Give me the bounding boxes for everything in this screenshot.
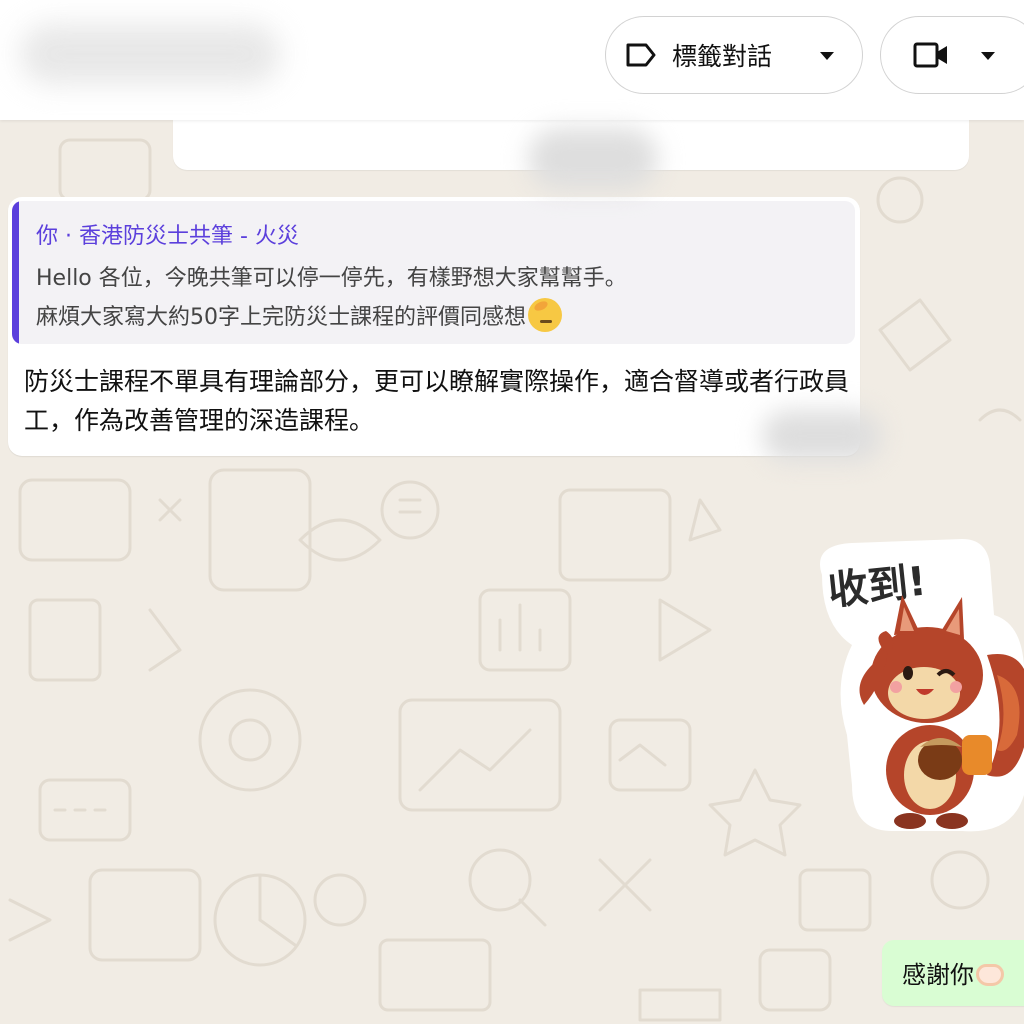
quoted-message-line: Hello 各位，今晚共筆可以停一停先，有樣野想大家幫幫手。 xyxy=(36,266,627,291)
outgoing-message-bubble[interactable]: 感謝你 xyxy=(882,940,1024,1006)
quoted-message-text: 麻煩大家寫大約50字上完防災士課程的評價同感想 xyxy=(36,305,526,330)
caret-down-icon xyxy=(981,52,995,60)
quoted-message-author: 你 · 香港防災士共筆 - 火災 xyxy=(36,224,299,249)
quoted-message[interactable]: 你 · 香港防災士共筆 - 火災 Hello 各位，今晚共筆可以停一停先，有樣野… xyxy=(12,201,855,344)
quoted-message-line: 麻煩大家寫大約50字上完防災士課程的評價同感想 xyxy=(36,298,562,332)
caret-down-icon xyxy=(820,52,834,60)
redacted-blur xyxy=(528,128,658,190)
message-text: 感謝你 xyxy=(902,961,974,989)
redacted-blur xyxy=(762,410,882,462)
video-call-button[interactable] xyxy=(880,16,1024,94)
label-chat-button[interactable]: 標籤對話 xyxy=(605,16,863,94)
quote-accent-bar xyxy=(12,201,19,344)
video-camera-icon xyxy=(913,42,947,68)
chat-header: 標籤對話 xyxy=(0,0,1024,120)
contact-name-redacted xyxy=(20,24,280,84)
saluting-face-emoji-icon xyxy=(528,298,562,332)
squirrel-sticker[interactable]: 收到! xyxy=(812,535,1024,835)
outgoing-message-line: 感謝你 xyxy=(902,955,1004,990)
label-chat-button-text: 標籤對話 xyxy=(672,42,773,71)
heart-hands-emoji-icon xyxy=(976,964,1004,986)
message-text: 防災士課程不單具有理論部分，更可以瞭解實際操作，適合督導或者行政員工，作為改善管… xyxy=(24,367,850,435)
label-tag-icon xyxy=(626,43,656,67)
incoming-message-bubble[interactable]: 你 · 香港防災士共筆 - 火災 Hello 各位，今晚共筆可以停一停先，有樣野… xyxy=(8,197,860,456)
